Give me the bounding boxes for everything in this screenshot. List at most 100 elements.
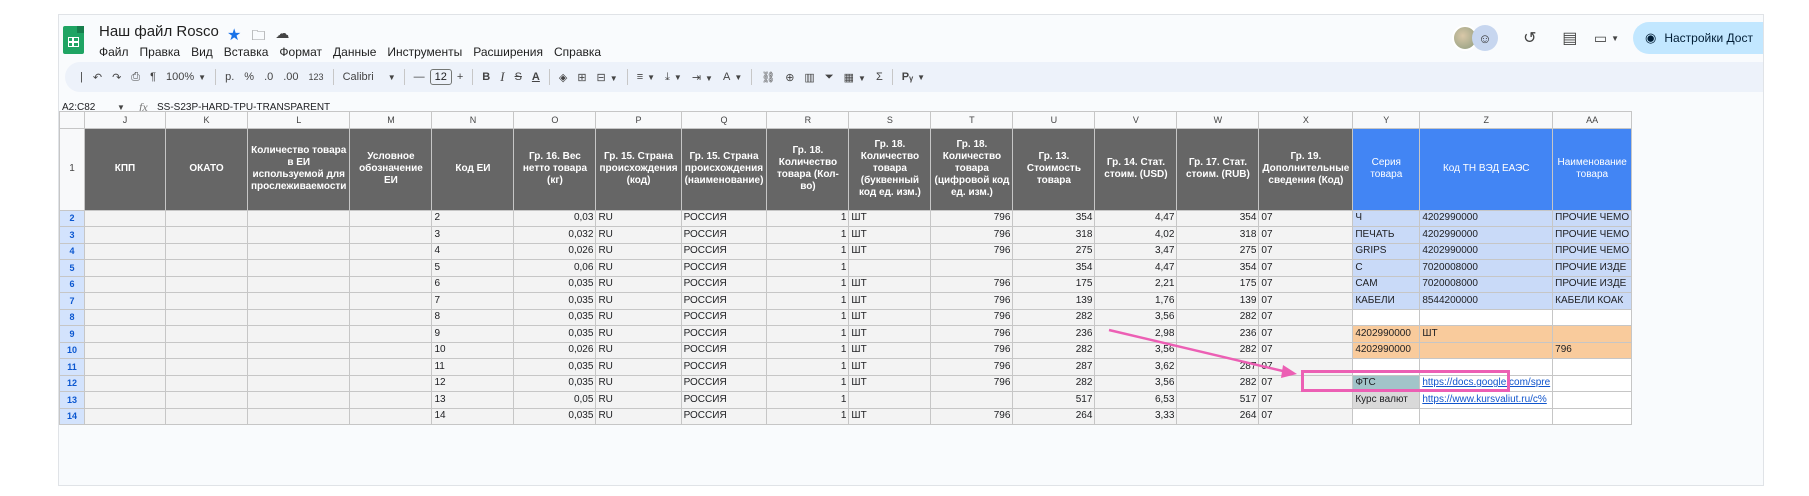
cell-o4[interactable]: 0,026	[513, 242, 597, 260]
cell-v3[interactable]: 4,02	[1094, 226, 1178, 244]
cell-k8[interactable]	[165, 308, 248, 326]
cell-j10[interactable]	[84, 341, 166, 359]
cell-aa10[interactable]: 796	[1552, 341, 1633, 359]
increase-decimal-button[interactable]: .00	[278, 71, 303, 83]
cell-r14[interactable]: 1	[766, 407, 850, 425]
insert-link-icon[interactable]: ⛓	[756, 71, 780, 84]
cell-j3[interactable]	[84, 226, 166, 244]
column-header-r[interactable]: R	[766, 111, 850, 129]
cell-k14[interactable]	[165, 407, 248, 425]
cell-aa11[interactable]	[1552, 358, 1633, 376]
cell-x10[interactable]: 07	[1258, 341, 1354, 359]
cell-l3[interactable]	[246, 226, 351, 244]
cell-y6[interactable]: CAM	[1352, 275, 1421, 293]
cell-z5[interactable]: 7020008000	[1419, 259, 1554, 277]
cell-y11[interactable]	[1352, 358, 1421, 376]
cell-m13[interactable]	[349, 391, 433, 409]
cell-s11[interactable]: ШТ	[848, 358, 932, 376]
cell-p14[interactable]: RU	[595, 407, 682, 425]
cell-u11[interactable]: 287	[1012, 358, 1096, 376]
cell-m3[interactable]	[349, 226, 433, 244]
cell-k11[interactable]	[165, 358, 248, 376]
cell-v13[interactable]: 6,53	[1094, 391, 1178, 409]
cell-k7[interactable]	[165, 292, 248, 310]
functions-button[interactable]: Σ	[871, 71, 888, 83]
column-header-o[interactable]: O	[513, 111, 597, 129]
cell-r7[interactable]: 1	[766, 292, 850, 310]
cell-z10[interactable]	[1419, 341, 1554, 359]
cell-s4[interactable]: ШТ	[848, 242, 932, 260]
cell-z3[interactable]: 4202990000	[1419, 226, 1554, 244]
cell-o9[interactable]: 0,035	[513, 325, 597, 343]
access-settings-button[interactable]: ◉ Настройки Дост	[1633, 22, 1763, 54]
fill-color-icon[interactable]: ◈	[554, 71, 572, 84]
column-header-w[interactable]: W	[1176, 111, 1260, 129]
cell-z13[interactable]: https://www.kursvaliut.ru/с%	[1419, 391, 1554, 409]
cell-w2[interactable]: 354	[1176, 209, 1260, 227]
cell-n6[interactable]: 6	[431, 275, 515, 293]
row-header[interactable]: 1	[59, 127, 85, 211]
cell-q8[interactable]: РОССИЯ	[680, 308, 768, 326]
select-all-corner[interactable]	[59, 111, 85, 129]
cell-k3[interactable]	[165, 226, 248, 244]
cell-p6[interactable]: RU	[595, 275, 682, 293]
cell-n7[interactable]: 7	[431, 292, 515, 310]
cell-o10[interactable]: 0,026	[513, 341, 597, 359]
column-header-j[interactable]: J	[84, 111, 166, 129]
cell-l12[interactable]	[246, 374, 351, 392]
cell-u14[interactable]: 264	[1012, 407, 1096, 425]
row-header[interactable]: 13	[59, 391, 85, 409]
cell-l10[interactable]	[246, 341, 351, 359]
cell-y5[interactable]: С	[1352, 259, 1421, 277]
cell-s13[interactable]	[848, 391, 932, 409]
cell-o8[interactable]: 0,035	[513, 308, 597, 326]
cell-q11[interactable]: РОССИЯ	[680, 358, 768, 376]
header-cell-n[interactable]: Код ЕИ	[431, 127, 515, 211]
cell-p8[interactable]: RU	[595, 308, 682, 326]
cell-j6[interactable]	[84, 275, 166, 293]
header-cell-s[interactable]: Гр. 18. Количество товара (буквенный код…	[848, 127, 932, 211]
row-header[interactable]: 8	[59, 308, 85, 326]
cell-q7[interactable]: РОССИЯ	[680, 292, 768, 310]
print-icon[interactable]: ⎙	[126, 71, 145, 84]
cell-j9[interactable]	[84, 325, 166, 343]
cell-m4[interactable]	[349, 242, 433, 260]
cell-j11[interactable]	[84, 358, 166, 376]
cell-p5[interactable]: RU	[595, 259, 682, 277]
cell-p10[interactable]: RU	[595, 341, 682, 359]
column-header-p[interactable]: P	[595, 111, 682, 129]
column-header-k[interactable]: K	[165, 111, 248, 129]
menu-edit[interactable]: Правка	[140, 45, 181, 59]
history-icon[interactable]: ↺	[1514, 28, 1546, 48]
cell-w8[interactable]: 282	[1176, 308, 1260, 326]
header-cell-p[interactable]: Гр. 15. Страна происхождения (код)	[595, 127, 682, 211]
cell-z4[interactable]: 4202990000	[1419, 242, 1554, 260]
cell-p3[interactable]: RU	[595, 226, 682, 244]
cell-o6[interactable]: 0,035	[513, 275, 597, 293]
cell-q14[interactable]: РОССИЯ	[680, 407, 768, 425]
cell-aa4[interactable]: ПРОЧИЕ ЧЕМО	[1552, 242, 1633, 260]
header-cell-y[interactable]: Серия товара	[1352, 127, 1421, 211]
borders-icon[interactable]: ⊞	[572, 71, 591, 84]
cell-v9[interactable]: 2,98	[1094, 325, 1178, 343]
cell-x9[interactable]: 07	[1258, 325, 1354, 343]
cell-m10[interactable]	[349, 341, 433, 359]
cell-w11[interactable]: 287	[1176, 358, 1260, 376]
cell-v12[interactable]: 3,56	[1094, 374, 1178, 392]
cell-t6[interactable]: 796	[930, 275, 1014, 293]
header-cell-t[interactable]: Гр. 18. Количество товара (цифровой код …	[930, 127, 1014, 211]
cell-t8[interactable]: 796	[930, 308, 1014, 326]
cell-w6[interactable]: 175	[1176, 275, 1260, 293]
cell-m14[interactable]	[349, 407, 433, 425]
cell-t2[interactable]: 796	[930, 209, 1014, 227]
cell-z12[interactable]: https://docs.google.com/spre	[1419, 374, 1554, 392]
cell-t9[interactable]: 796	[930, 325, 1014, 343]
cell-n12[interactable]: 12	[431, 374, 515, 392]
cell-aa2[interactable]: ПРОЧИЕ ЧЕМО	[1552, 209, 1633, 227]
cell-z14[interactable]	[1419, 407, 1554, 425]
menu-extensions[interactable]: Расширения	[473, 45, 543, 59]
column-header-z[interactable]: Z	[1419, 111, 1554, 129]
cell-m5[interactable]	[349, 259, 433, 277]
cell-aa13[interactable]	[1552, 391, 1633, 409]
cell-z9[interactable]: ШТ	[1419, 325, 1554, 343]
